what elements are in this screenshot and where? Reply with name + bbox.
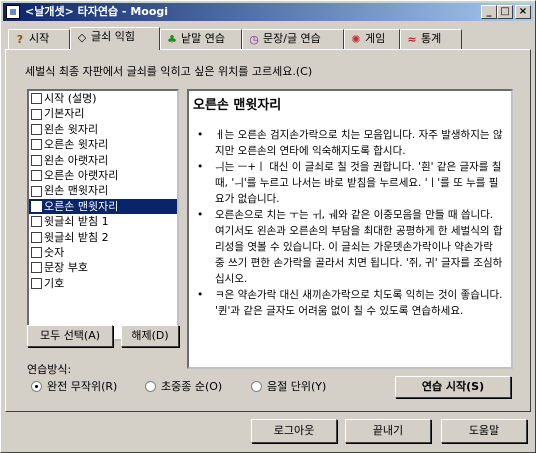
- tree-icon: ♣: [167, 33, 177, 46]
- help-button[interactable]: 도움말: [441, 419, 527, 443]
- clock-icon: ◷: [249, 33, 259, 46]
- checkbox[interactable]: [31, 93, 42, 105]
- tab-statistics[interactable]: ≈ 통계: [400, 29, 462, 49]
- tab-label: 글쇠 익힘: [91, 30, 135, 43]
- list-item-label: 기본자리: [44, 107, 85, 121]
- tab-label: 낱말 연습: [181, 32, 225, 45]
- window-title: <날개셋> 타자연습 - Moogi: [25, 5, 169, 18]
- checkbox[interactable]: [31, 231, 42, 243]
- list-item[interactable]: 윗글쇠 받침 1: [29, 214, 177, 229]
- list-item[interactable]: 오른손 맨윗자리: [29, 198, 177, 215]
- tab-label: 통계: [421, 32, 442, 45]
- checkbox[interactable]: [31, 262, 42, 274]
- radio-indicator: [145, 381, 156, 392]
- description-item: ㅔ는 오른손 검지손가락으로 치는 모음입니다. 자주 발생하지는 않지만 오른…: [197, 127, 505, 159]
- position-list[interactable]: 시작 (설명) 기본자리 왼손 윗자리오른손 윗자리 왼손 아랫자리 오른손 아랫자리왼…: [27, 89, 179, 341]
- list-item-label: 오른손 윗자리: [44, 138, 109, 152]
- list-item[interactable]: 오른손 윗자리: [29, 137, 177, 152]
- list-item[interactable]: 왼손 윗자리: [29, 122, 177, 137]
- radio-label: 초중종 순(O): [161, 380, 223, 393]
- description-item: 오른손으로 치는 ㅜ는 ㅟ, ㅞ와 같은 이중모음을 만들 때 씁니다. 여기서…: [197, 207, 505, 287]
- mode-syllable-radio[interactable]: 음절 단위(Y): [251, 379, 326, 395]
- select-all-button[interactable]: 모두 선택(A): [27, 325, 113, 347]
- list-item[interactable]: 윗글쇠 받침 2: [29, 230, 177, 245]
- start-practice-button[interactable]: 연습 시작(S): [395, 376, 511, 398]
- list-item-label: 숫자: [44, 245, 65, 259]
- checkbox[interactable]: [31, 108, 42, 120]
- minimize-button[interactable]: _: [481, 5, 497, 19]
- instruction-label: 세벌식 최종 자판에서 글쇠를 익히고 싶은 위치를 고르세요.(C): [25, 65, 313, 78]
- list-item[interactable]: 기호: [29, 276, 177, 291]
- list-item[interactable]: 왼손 맨윗자리: [29, 183, 177, 198]
- list-item-label: 문장 부호: [44, 261, 88, 275]
- list-item-label: 오른손 맨윗자리: [44, 199, 119, 213]
- maximize-button[interactable]: □: [497, 5, 513, 19]
- list-item-label: 왼손 아랫자리: [44, 153, 109, 167]
- tab-strip: ? 시작 ◇ 글쇠 익힘 ♣ 낱말 연습 ◷ 문장/글 연습 ✺ 게임 ≈ 통계: [5, 27, 533, 50]
- list-item-label: 기호: [44, 276, 65, 290]
- clear-button[interactable]: 해제(D): [121, 325, 179, 347]
- title-bar[interactable]: <날개셋> 타자연습 - Moogi _ □ ×: [3, 3, 533, 21]
- tab-start[interactable]: ? 시작: [8, 29, 70, 49]
- main-window: <날개셋> 타자연습 - Moogi _ □ × ? 시작 ◇ 글쇠 익힘 ♣ …: [0, 0, 536, 453]
- tab-label: 시작: [29, 32, 50, 45]
- description-list: ㅔ는 오른손 검지손가락으로 치는 모음입니다. 자주 발생하지는 않지만 오른…: [189, 127, 511, 319]
- tab-game[interactable]: ✺ 게임: [344, 29, 400, 49]
- list-item[interactable]: 왼손 아랫자리: [29, 153, 177, 168]
- radio-indicator: [251, 381, 262, 392]
- checkbox[interactable]: [31, 216, 42, 228]
- list-item-label: 오른손 아랫자리: [44, 168, 119, 182]
- list-item-label: 윗글쇠 받침 1: [44, 215, 109, 229]
- checkbox[interactable]: [31, 277, 42, 289]
- mode-random-radio[interactable]: 완전 무작위(R): [31, 379, 117, 395]
- checkbox[interactable]: [31, 200, 42, 212]
- checkbox[interactable]: [31, 139, 42, 151]
- list-item-label: 왼손 윗자리: [44, 122, 99, 136]
- checkbox[interactable]: [31, 185, 42, 197]
- question-icon: ?: [16, 33, 24, 46]
- radio-label: 음절 단위(Y): [267, 380, 327, 393]
- tab-word-practice[interactable]: ♣ 낱말 연습: [160, 29, 242, 49]
- logout-button[interactable]: 로그아웃: [251, 419, 337, 443]
- app-icon: [6, 5, 20, 19]
- tab-key-practice[interactable]: ◇ 글쇠 익힘: [70, 27, 160, 50]
- tab-label: 게임: [365, 32, 386, 45]
- checkbox[interactable]: [31, 170, 42, 182]
- checkbox[interactable]: [31, 154, 42, 166]
- tab-label: 문장/글 연습: [263, 32, 321, 45]
- tab-sentence-practice[interactable]: ◷ 문장/글 연습: [242, 29, 344, 49]
- checkbox[interactable]: [31, 123, 42, 135]
- exit-button[interactable]: 끝내기: [345, 419, 431, 443]
- list-item-label: 윗글쇠 받침 2: [44, 230, 109, 244]
- checkbox[interactable]: [31, 247, 42, 259]
- radio-label: 완전 무작위(R): [47, 380, 118, 393]
- description-panel: 오른손 맨윗자리 ㅔ는 오른손 검지손가락으로 치는 모음입니다. 자주 발생하…: [187, 89, 513, 369]
- practice-mode-label: 연습방식:: [27, 363, 72, 376]
- list-item-label: 시작 (설명): [44, 92, 97, 105]
- mode-order-radio[interactable]: 초중종 순(O): [145, 379, 222, 395]
- description-heading: 오른손 맨윗자리: [193, 98, 282, 113]
- list-item-label: 왼손 맨윗자리: [44, 184, 109, 198]
- list-item[interactable]: 문장 부호: [29, 260, 177, 275]
- list-item[interactable]: 숫자: [29, 245, 177, 260]
- chart-icon: ≈: [407, 33, 417, 46]
- close-button[interactable]: ×: [515, 5, 531, 19]
- diamond-icon: ◇: [77, 31, 87, 44]
- wheel-icon: ✺: [351, 33, 361, 46]
- radio-indicator: [31, 381, 42, 392]
- description-item: ㅋ은 약손가락 대신 새끼손가락으로 치도록 익히는 것이 좋습니다. '퀸'과…: [197, 287, 505, 319]
- list-item[interactable]: 시작 (설명): [29, 91, 177, 106]
- description-item: ㅢ는 ㅡ+ㅣ 대신 이 글쇠로 칠 것을 권합니다. '흰' 같은 글자를 칠 …: [197, 159, 505, 207]
- list-item[interactable]: 오른손 아랫자리: [29, 168, 177, 183]
- list-item[interactable]: 기본자리: [29, 106, 177, 121]
